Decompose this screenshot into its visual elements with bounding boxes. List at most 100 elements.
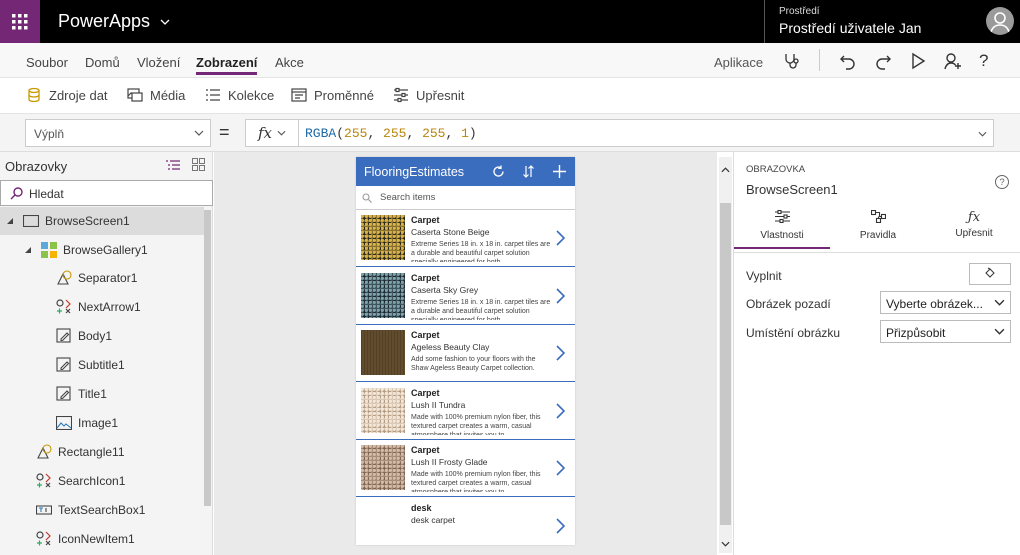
play-icon[interactable]	[908, 51, 928, 71]
tree-node-rectangle11[interactable]: Rectangle11	[36, 438, 125, 466]
tree-scrollbar[interactable]	[204, 210, 211, 506]
tree-node-image1[interactable]: Image1	[56, 409, 118, 437]
chevron-down-icon[interactable]	[978, 131, 987, 137]
icons-control-icon	[36, 473, 52, 489]
background-image-dropdown[interactable]: Vyberte obrázek...	[880, 291, 1011, 314]
collections-label: Kolekce	[228, 87, 275, 103]
canvas-scrollbar[interactable]	[719, 157, 732, 553]
fill-label: Vyplnit	[746, 269, 782, 283]
refresh-icon[interactable]	[492, 165, 505, 178]
next-arrow-icon[interactable]	[556, 518, 565, 534]
tree-view-pane: Obrazovky Hledat BrowseScreen1 BrowseGal…	[0, 152, 213, 555]
chevron-down-icon	[994, 299, 1005, 306]
stethoscope-icon[interactable]	[782, 51, 802, 71]
advanced-button[interactable]: Upřesnit	[393, 87, 464, 103]
next-arrow-icon[interactable]	[556, 288, 565, 304]
icons-control-icon	[56, 299, 72, 315]
tab-pravidla[interactable]: Pravidla	[830, 210, 926, 241]
item-body	[411, 528, 551, 545]
add-item-icon[interactable]	[553, 165, 566, 178]
tab-label: Pravidla	[859, 230, 897, 241]
tree-node-label: BrowseScreen1	[45, 214, 130, 228]
next-arrow-icon[interactable]	[556, 230, 565, 246]
tree-node-title1[interactable]: Title1	[56, 380, 107, 408]
gallery-item[interactable]: Carpet Lush II Tundra Made with 100% pre…	[356, 383, 575, 440]
tree-node-label: Rectangle11	[58, 445, 125, 459]
design-canvas[interactable]: FlooringEstimates Search items Carpet Ca…	[214, 152, 732, 555]
next-arrow-icon[interactable]	[556, 403, 565, 419]
shape-icon	[36, 444, 52, 460]
image-icon	[56, 416, 72, 430]
item-title: Carpet	[411, 330, 440, 340]
tree-node-nextarrow1[interactable]: NextArrow1	[56, 293, 141, 321]
tree-search-input[interactable]: Hledat	[0, 180, 213, 206]
tree-node-iconnewitem1[interactable]: IconNewItem1	[36, 525, 135, 553]
property-value: Výplň	[34, 127, 65, 141]
app-switcher[interactable]: PowerApps	[58, 11, 170, 32]
data-sources-button[interactable]: Zdroje dat	[26, 87, 108, 103]
collections-button[interactable]: Kolekce	[205, 87, 274, 103]
item-subtitle: Lush II Frosty Glade	[411, 457, 488, 467]
gallery-item[interactable]: Carpet Ageless Beauty Clay Add some fash…	[356, 325, 575, 382]
tab-zobrazeni[interactable]: Zobrazení	[196, 55, 258, 75]
property-dropdown[interactable]: Výplň	[25, 119, 211, 147]
redo-icon[interactable]	[873, 51, 893, 71]
tree-node-textsearchbox1[interactable]: TextSearchBox1	[36, 496, 145, 524]
next-arrow-icon[interactable]	[556, 345, 565, 361]
tab-domu[interactable]: Domů	[85, 55, 120, 70]
media-label: Média	[150, 87, 186, 103]
tree-node-label: Subtitle1	[78, 358, 125, 372]
image-position-label: Umístění obrázku	[746, 326, 841, 340]
gallery-item[interactable]: Carpet Caserta Stone Beige Extreme Serie…	[356, 210, 575, 267]
tree-node-subtitle1[interactable]: Subtitle1	[56, 351, 125, 379]
waffle-icon[interactable]	[0, 0, 40, 43]
gallery-item[interactable]: Carpet Lush II Frosty Glade Made with 10…	[356, 440, 575, 497]
app-menu-link[interactable]: Aplikace	[714, 55, 763, 70]
tree-view-icon[interactable]	[166, 159, 180, 171]
chevron-up-icon[interactable]	[721, 167, 730, 173]
share-user-icon[interactable]	[943, 51, 963, 71]
formula-input[interactable]: RGBA(255, 255, 255, 1)	[298, 119, 994, 147]
app-name: PowerApps	[58, 11, 151, 31]
next-arrow-icon[interactable]	[556, 460, 565, 476]
media-icon	[127, 87, 143, 103]
media-button[interactable]: Média	[127, 87, 185, 103]
tree-node-browsegallery1[interactable]: BrowseGallery1	[24, 236, 148, 264]
undo-icon[interactable]	[838, 51, 858, 71]
thumbnail-view-icon[interactable]	[192, 158, 205, 171]
variables-button[interactable]: Proměnné	[291, 87, 374, 103]
app-header: FlooringEstimates	[356, 157, 575, 186]
fx-icon: ƒx	[967, 210, 981, 225]
sort-icon[interactable]	[522, 165, 535, 178]
fill-color-picker[interactable]	[969, 263, 1011, 285]
tab-vlozeni[interactable]: Vložení	[137, 55, 180, 70]
scroll-thumb[interactable]	[720, 203, 731, 525]
app-search-box[interactable]: Search items	[356, 186, 575, 210]
gallery-item[interactable]: desk desk carpet	[356, 498, 575, 545]
help-icon[interactable]: ?	[979, 51, 999, 71]
chevron-down-icon	[194, 130, 204, 136]
tree-node-label: Title1	[78, 387, 107, 401]
formula-text: RGBA(255, 255, 255, 1)	[305, 126, 477, 141]
image-position-value: Přizpůsobit	[886, 326, 946, 340]
tab-soubor[interactable]: Soubor	[26, 55, 68, 70]
fx-button[interactable]: fx	[245, 119, 299, 147]
help-icon[interactable]: ?	[995, 175, 1009, 189]
chevron-down-icon[interactable]	[721, 541, 730, 547]
item-subtitle: Caserta Sky Grey	[411, 285, 479, 295]
app-screen-preview[interactable]: FlooringEstimates Search items Carpet Ca…	[356, 157, 575, 545]
item-title: desk	[411, 503, 432, 513]
variables-icon	[291, 87, 307, 103]
image-position-dropdown[interactable]: Přizpůsobit	[880, 320, 1011, 343]
tab-vlastnosti[interactable]: Vlastnosti	[734, 210, 830, 249]
environment-picker[interactable]: Prostředí Prostředí uživatele Jan	[764, 0, 978, 43]
avatar[interactable]	[986, 7, 1014, 35]
tree-node-searchicon1[interactable]: SearchIcon1	[36, 467, 125, 495]
gallery-item[interactable]: Carpet Caserta Sky Grey Extreme Series 1…	[356, 268, 575, 325]
tree-node-browsescreen1[interactable]: BrowseScreen1	[0, 207, 204, 235]
tree-node-label: SearchIcon1	[58, 474, 126, 488]
tab-akce[interactable]: Akce	[275, 55, 304, 70]
tree-node-body1[interactable]: Body1	[56, 322, 112, 350]
tree-node-separator1[interactable]: Separator1	[56, 264, 137, 292]
tab-upresnit[interactable]: ƒx Upřesnit	[926, 210, 1020, 239]
